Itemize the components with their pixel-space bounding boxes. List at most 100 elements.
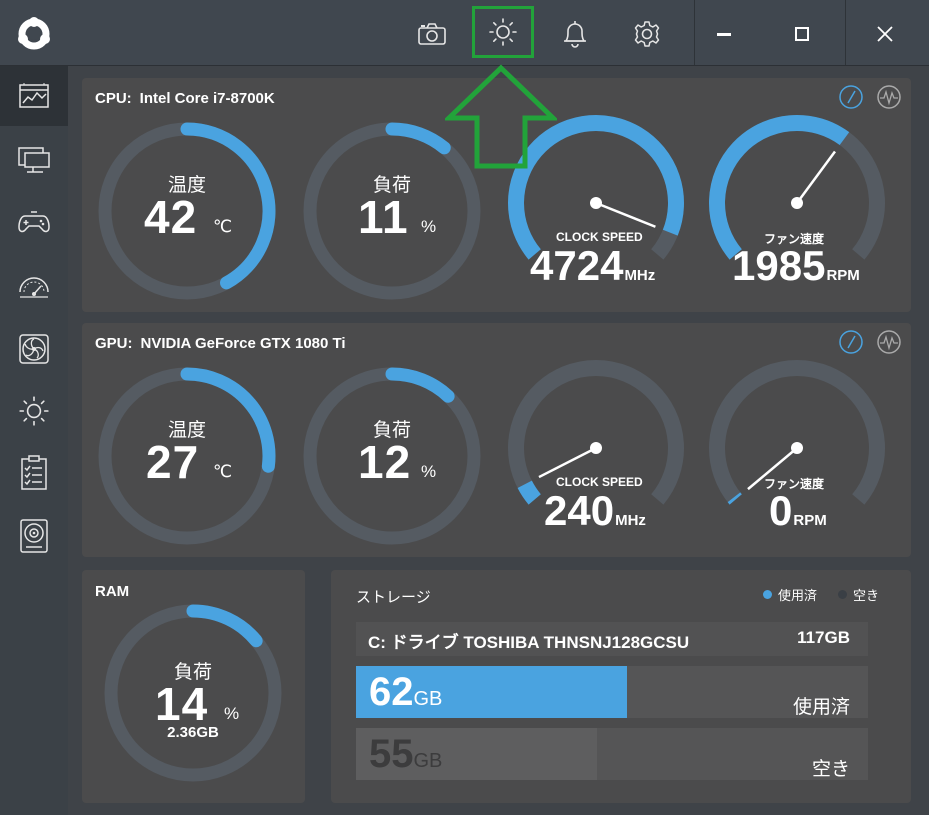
dial-progress [517, 480, 541, 505]
monitor-icon [18, 147, 50, 173]
sidebar-item-overclock[interactable] [0, 256, 68, 316]
dial-hub [590, 197, 602, 209]
free-unit: GB [413, 750, 443, 772]
cpu-fan-value: 1985 [732, 242, 826, 289]
settings-button[interactable] [615, 8, 679, 60]
brightness-icon [489, 18, 517, 46]
ram-used: 2.36GB [167, 724, 219, 741]
cpu-load-value: 11 [358, 191, 409, 243]
legend-free-dot [838, 590, 847, 599]
legend-used-label: 使用済 [778, 588, 818, 603]
titlebar-separator [845, 0, 846, 65]
used-readout: 62GB [369, 670, 442, 715]
app-logo-icon [18, 17, 50, 50]
cpu-load-unit: % [421, 217, 437, 236]
cpu-fan-gauge: ファン速度 1985RPM [706, 112, 888, 294]
ram-load-unit: % [224, 704, 240, 723]
cpu-temp-gauge: 温度 42 ℃ [96, 120, 278, 302]
maximize-button[interactable] [772, 8, 832, 60]
cpu-model: Intel Core i7-8700K [139, 90, 275, 107]
gpu-load-value: 12 [358, 436, 412, 488]
fan-icon [19, 334, 49, 364]
speedometer-icon [19, 277, 49, 298]
dashboard-icon [19, 83, 49, 108]
gauge-progress [385, 367, 455, 403]
dial-needle [795, 150, 836, 204]
checklist-icon [21, 455, 47, 490]
drive-name: C: ドライブ TOSHIBA THNSNJ128GCSU [368, 633, 690, 652]
gpu-temp-value: 27 [146, 436, 200, 488]
cpu-temp-value: 42 [144, 191, 198, 243]
sidebar-item-dashboard[interactable] [0, 66, 68, 126]
storage-title: ストレージ [356, 589, 431, 606]
dial-hub [791, 197, 803, 209]
cpu-fan-unit: RPM [826, 267, 860, 284]
minimize-icon [717, 33, 731, 36]
ram-load-gauge: 負荷 14 % 2.36GB [102, 602, 284, 784]
graph-view-icon[interactable] [876, 329, 902, 355]
annotation-arrow-icon [445, 64, 557, 169]
bell-icon [564, 21, 586, 48]
gpu-label: GPU: [95, 335, 133, 352]
drive-row[interactable]: C: ドライブ TOSHIBA THNSNJ128GCSU 117GB [356, 622, 868, 656]
used-unit: GB [413, 688, 443, 710]
legend-used-dot [763, 590, 772, 599]
cpu-fan-readout: 1985RPM [732, 242, 860, 290]
sidebar-item-lighting[interactable] [0, 381, 68, 441]
sidebar-item-gaming[interactable] [0, 193, 68, 253]
dial-hub [791, 442, 803, 454]
disk-icon [20, 519, 48, 553]
gpu-temp-gauge: 温度 27 ℃ [96, 365, 278, 547]
legend-free-label: 空き [853, 588, 880, 603]
title-bar [0, 0, 929, 66]
gpu-model: NVIDIA GeForce GTX 1080 Ti [140, 335, 346, 352]
gpu-fan-unit: RPM [793, 512, 827, 529]
free-label: 空き [811, 759, 850, 780]
gauge-view-icon[interactable] [838, 329, 864, 355]
minimize-button[interactable] [694, 8, 754, 60]
gpu-clock-gauge: CLOCK SPEED 240MHz [505, 357, 687, 539]
legend-free: 空き [838, 585, 879, 604]
notifications-button[interactable] [543, 8, 607, 60]
screenshot-button[interactable] [400, 8, 464, 60]
gamepad-icon [18, 211, 50, 233]
sidebar-item-storage[interactable] [0, 506, 68, 566]
ram-load-value: 14 [155, 678, 209, 730]
gpu-clock-value: 240 [544, 487, 615, 534]
gpu-clock-readout: 240MHz [544, 487, 646, 535]
gauge-progress [180, 122, 276, 290]
storage-panel: ストレージ 使用済 空き C: ドライブ TOSHIBA THNSNJ128GC… [331, 570, 911, 803]
brightness-button[interactable] [472, 6, 534, 58]
gear-icon [634, 21, 660, 47]
free-readout: 55GB [369, 732, 442, 777]
dial-needle [595, 201, 656, 228]
close-button[interactable] [855, 8, 915, 60]
used-value: 62 [369, 670, 414, 714]
camera-icon [418, 23, 446, 45]
gauge-view-icon[interactable] [838, 84, 864, 110]
legend-used: 使用済 [763, 585, 817, 604]
sidebar-item-fan[interactable] [0, 319, 68, 379]
gpu-load-unit: % [421, 462, 437, 481]
sidebar [0, 66, 68, 815]
gpu-title: GPU: NVIDIA GeForce GTX 1080 Ti [95, 335, 346, 352]
gpu-panel: GPU: NVIDIA GeForce GTX 1080 Ti 温度 27 ℃ 負… [82, 323, 911, 557]
cpu-temp-unit: ℃ [213, 217, 233, 236]
cpu-clock-value: 4724 [530, 242, 624, 289]
cpu-clock-unit: MHz [624, 267, 656, 284]
used-bar: 62GB 使用済 [356, 666, 868, 718]
dial-hub [590, 442, 602, 454]
graph-view-icon[interactable] [876, 84, 902, 110]
gpu-temp-unit: ℃ [213, 462, 233, 481]
sidebar-item-tasks[interactable] [0, 443, 68, 503]
brightness-icon [19, 396, 49, 426]
free-value: 55 [369, 732, 414, 776]
gauge-progress [186, 604, 263, 648]
drive-total: 117GB [797, 628, 850, 647]
maximize-icon [795, 27, 809, 41]
gauge-progress [385, 122, 451, 155]
sidebar-item-monitor[interactable] [0, 130, 68, 190]
gpu-clock-unit: MHz [615, 512, 646, 529]
cpu-clock-readout: 4724MHz [530, 242, 655, 290]
cpu-title: CPU: Intel Core i7-8700K [95, 90, 275, 107]
